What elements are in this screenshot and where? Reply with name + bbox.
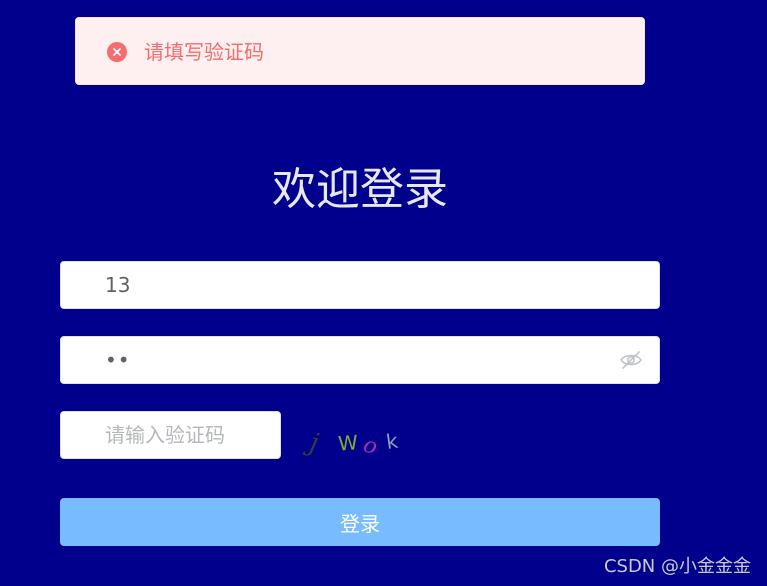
eye-off-icon[interactable]: [619, 349, 643, 371]
watermark: CSDN @小金金金: [603, 556, 751, 577]
captcha-input[interactable]: [105, 412, 275, 458]
password-field: ••: [60, 336, 660, 384]
captcha-field: [60, 411, 281, 459]
captcha-char-1: j: [302, 427, 321, 459]
captcha-char-3: o: [360, 432, 380, 460]
captcha-char-4: k: [385, 429, 400, 454]
password-input[interactable]: ••: [105, 346, 131, 374]
phone-input[interactable]: [105, 262, 645, 308]
error-toast: 请填写验证码: [75, 17, 645, 85]
page-title: 欢迎登录: [272, 164, 448, 215]
login-button[interactable]: 登录: [60, 498, 660, 546]
captcha-image[interactable]: j W o k: [300, 420, 420, 462]
error-message: 请填写验证码: [144, 40, 264, 64]
captcha-char-2: W: [337, 430, 359, 455]
close-circle-icon: [107, 42, 127, 62]
phone-field: [60, 261, 660, 309]
